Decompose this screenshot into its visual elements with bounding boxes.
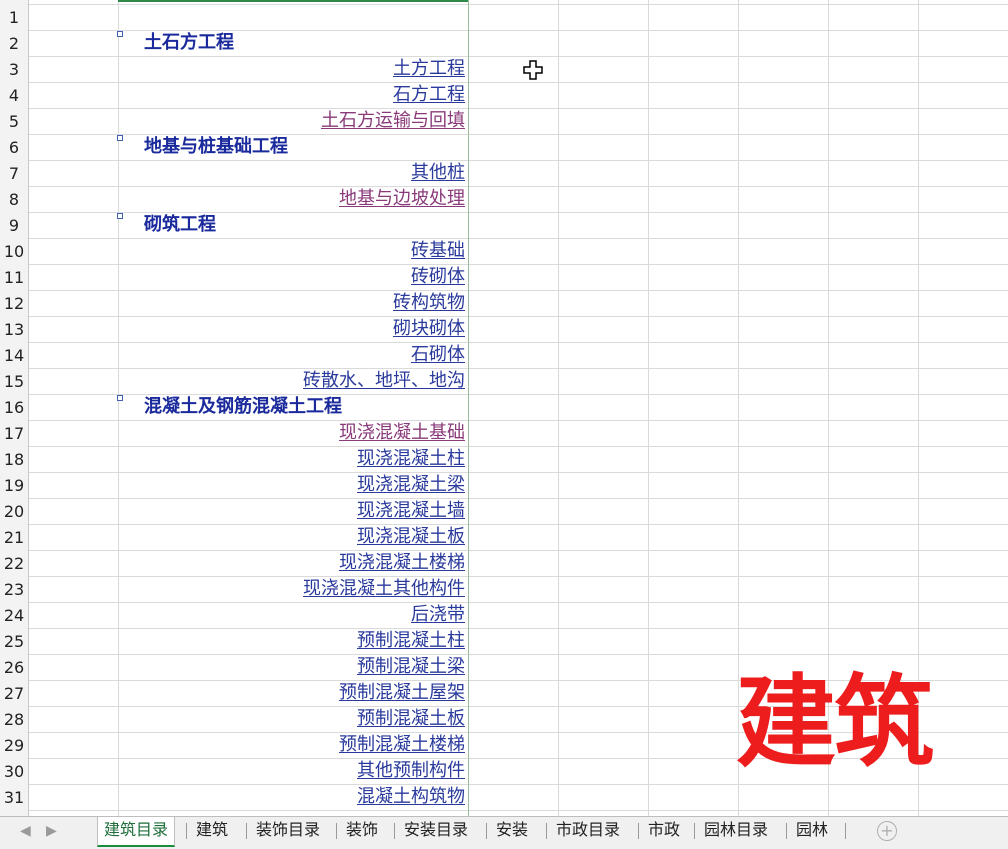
hyperlink-cell[interactable]: 现浇混凝土梁 <box>337 475 465 495</box>
tab-separator <box>486 823 487 839</box>
sheet-tab[interactable]: 装饰目录 <box>250 817 326 845</box>
hyperlink-cell[interactable]: 现浇混凝土基础 <box>319 423 465 443</box>
row-header[interactable]: 8 <box>0 190 28 209</box>
tab-separator <box>694 823 695 839</box>
hyperlink-cell[interactable]: 预制混凝土楼梯 <box>319 735 465 755</box>
sheet-tab[interactable]: 建筑 <box>190 817 234 845</box>
row-header[interactable]: 25 <box>0 632 28 651</box>
sheet-tab[interactable]: 园林目录 <box>698 817 774 845</box>
sheet-tab[interactable]: 市政 <box>642 817 686 845</box>
spreadsheet-grid[interactable]: 1 2 土石方工程 3 土方工程 4 石方工程 5 土石方运输与回填 6 地基与桩基础工程 7 其他桩 8… <box>0 0 1008 816</box>
cross-cursor-icon <box>523 60 543 80</box>
hyperlink-cell[interactable]: 砖构筑物 <box>373 293 465 313</box>
hyperlink-cell[interactable]: 地基与边坡处理 <box>319 189 465 209</box>
watermark-text: 建筑 <box>736 664 934 781</box>
hyperlink-cell[interactable]: 预制混凝土板 <box>337 709 465 729</box>
row-header[interactable]: 22 <box>0 554 28 573</box>
hyperlink-cell[interactable]: 其他桩 <box>391 163 465 183</box>
hyperlink-cell[interactable]: 石方工程 <box>373 85 465 105</box>
hyperlink-cell[interactable]: 土方工程 <box>373 59 465 79</box>
tab-separator <box>336 823 337 839</box>
row-header[interactable]: 24 <box>0 606 28 625</box>
tab-separator <box>845 823 846 839</box>
row-header[interactable]: 19 <box>0 476 28 495</box>
row-header[interactable]: 13 <box>0 320 28 339</box>
hyperlink-cell[interactable]: 混凝土构筑物 <box>337 787 465 807</box>
sheet-tab[interactable]: 装饰 <box>340 817 384 845</box>
sheet-tab-bar: ◀ ▶ 建筑目录 建筑 装饰目录 装饰 安装目录 安装 市政目录 市政 园林目录 园林 + <box>0 816 1008 849</box>
tab-separator <box>246 823 247 839</box>
hyperlink-cell[interactable]: 预制混凝土柱 <box>337 631 465 651</box>
add-sheet-icon[interactable]: + <box>877 821 897 841</box>
hyperlink-cell[interactable]: 预制混凝土梁 <box>337 657 465 677</box>
sheet-tab[interactable]: 建筑目录 <box>97 817 176 847</box>
tab-separator <box>394 823 395 839</box>
row-header[interactable]: 5 <box>0 112 28 131</box>
row-header[interactable]: 28 <box>0 710 28 729</box>
tab-separator <box>186 823 187 839</box>
row-header[interactable]: 17 <box>0 424 28 443</box>
row-header[interactable]: 18 <box>0 450 28 469</box>
hyperlink-cell[interactable]: 预制混凝土屋架 <box>319 683 465 703</box>
row-header[interactable]: 16 <box>0 398 28 417</box>
tab-separator <box>786 823 787 839</box>
row-header[interactable]: 31 <box>0 788 28 807</box>
row-header[interactable]: 23 <box>0 580 28 599</box>
cell-note-marker <box>117 135 123 141</box>
row-header[interactable]: 7 <box>0 164 28 183</box>
hyperlink-cell[interactable]: 现浇混凝土柱 <box>337 449 465 469</box>
row-header[interactable]: 12 <box>0 294 28 313</box>
row-header[interactable]: 10 <box>0 242 28 261</box>
hyperlink-cell[interactable]: 砖砌体 <box>391 267 465 287</box>
section-heading: 土石方工程 <box>144 32 234 53</box>
row-header[interactable]: 3 <box>0 60 28 79</box>
sheet-tab[interactable]: 市政目录 <box>550 817 626 845</box>
hyperlink-cell[interactable]: 砖基础 <box>391 241 465 261</box>
row-header[interactable]: 15 <box>0 372 28 391</box>
hyperlink-cell[interactable]: 后浇带 <box>391 605 465 625</box>
hyperlink-cell[interactable]: 现浇混凝土其他构件 <box>283 579 465 599</box>
cell-note-marker <box>117 31 123 37</box>
row-header[interactable]: 2 <box>0 34 28 53</box>
tab-separator <box>546 823 547 839</box>
hyperlink-cell[interactable]: 砌块砌体 <box>373 319 465 339</box>
row-header[interactable]: 30 <box>0 762 28 781</box>
cell-note-marker <box>117 395 123 401</box>
hyperlink-cell[interactable]: 其他预制构件 <box>337 761 465 781</box>
hyperlink-cell[interactable]: 现浇混凝土楼梯 <box>319 553 465 573</box>
sheet-tab[interactable]: 安装 <box>490 817 534 845</box>
hyperlink-cell[interactable]: 砖散水、地坪、地沟 <box>283 371 465 391</box>
row-header[interactable]: 29 <box>0 736 28 755</box>
section-heading: 混凝土及钢筋混凝土工程 <box>144 396 342 417</box>
sheet-tab[interactable]: 园林 <box>790 817 834 845</box>
next-sheet-icon[interactable]: ▶ <box>46 823 57 839</box>
row-header[interactable]: 20 <box>0 502 28 521</box>
row-header[interactable]: 6 <box>0 138 28 157</box>
row-header[interactable]: 21 <box>0 528 28 547</box>
section-heading: 地基与桩基础工程 <box>144 136 288 157</box>
row-header[interactable]: 4 <box>0 86 28 105</box>
hyperlink-cell[interactable]: 石砌体 <box>391 345 465 365</box>
sheet-tab[interactable]: 安装目录 <box>398 817 474 845</box>
row-header[interactable]: 1 <box>0 8 28 27</box>
prev-sheet-icon[interactable]: ◀ <box>20 823 31 839</box>
hyperlink-cell[interactable]: 现浇混凝土墙 <box>337 501 465 521</box>
tab-separator <box>638 823 639 839</box>
row-header[interactable]: 9 <box>0 216 28 235</box>
row-header[interactable]: 11 <box>0 268 28 287</box>
hyperlink-cell[interactable]: 现浇混凝土板 <box>337 527 465 547</box>
section-heading: 砌筑工程 <box>144 214 216 235</box>
hyperlink-cell[interactable]: 土石方运输与回填 <box>301 111 465 131</box>
row-header[interactable]: 14 <box>0 346 28 365</box>
cell-note-marker <box>117 213 123 219</box>
row-header[interactable]: 27 <box>0 684 28 703</box>
row-header[interactable]: 26 <box>0 658 28 677</box>
